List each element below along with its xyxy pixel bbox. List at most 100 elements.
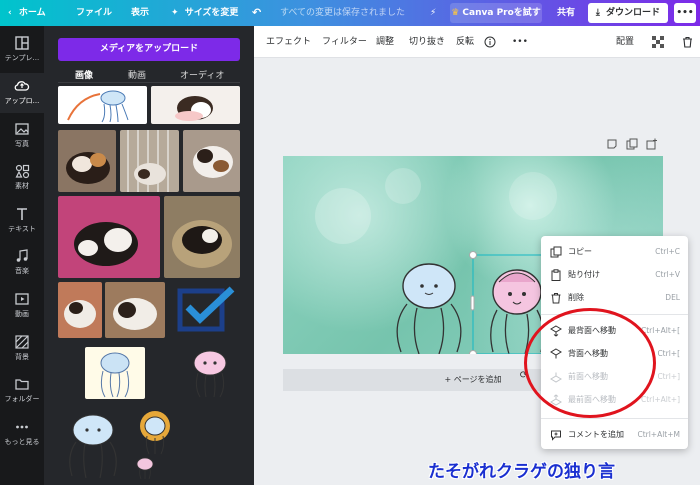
highlight-circle <box>524 308 656 418</box>
jellyfish-drawing-image <box>100 352 130 398</box>
resize-label: サイズを変更 <box>184 8 239 18</box>
upload-thumbnail-photo-1[interactable] <box>58 130 116 192</box>
small-jellyfish-image <box>136 457 154 480</box>
menu-item-delete[interactable]: 削除 DEL <box>541 287 688 309</box>
download-button[interactable]: ⤓ ダウンロード <box>588 3 668 23</box>
tab-images[interactable]: 画像 <box>75 68 93 81</box>
blue-jellyfish-image <box>69 414 117 479</box>
tab-videos[interactable]: 動画 <box>128 68 146 81</box>
rail-label: 写真 <box>15 140 29 148</box>
position-button[interactable]: 配置 <box>616 26 634 58</box>
trash-icon[interactable] <box>682 26 693 58</box>
canva-pro-label: Canva Proを試す <box>462 8 541 18</box>
upload-thumbnail-jellyfish-drawing[interactable] <box>85 347 145 399</box>
menu-item-shortcut: Ctrl+[ <box>657 349 680 358</box>
rail-label: フォルダー <box>4 395 40 403</box>
download-label: ダウンロード <box>606 8 661 18</box>
transparency-icon[interactable] <box>652 26 664 58</box>
upload-thumbnail-small-jellyfish[interactable] <box>133 456 157 480</box>
upload-thumbnail-photo-5[interactable] <box>164 196 240 278</box>
adjust-button[interactable]: 調整 <box>376 26 394 58</box>
more-options-button[interactable]: ••• <box>512 26 528 58</box>
menu-item-paste[interactable]: 貼り付け Ctrl+V <box>541 264 688 286</box>
info-icon[interactable] <box>484 26 496 58</box>
upload-thumbnail-photo-2[interactable] <box>120 130 179 192</box>
guinea-pig-photo <box>64 300 96 328</box>
tab-divider <box>58 82 240 83</box>
text-icon <box>17 208 27 220</box>
filter-button[interactable]: フィルター <box>322 26 367 58</box>
rail-item-folder[interactable]: フォルダー <box>0 371 44 411</box>
menu-item-shortcut: Ctrl+Alt+] <box>641 395 680 404</box>
menu-item-shortcut: Ctrl+Alt+M <box>637 430 680 439</box>
photo-icon <box>15 123 29 135</box>
rail-label: もっと見る <box>4 438 40 446</box>
resize-menu[interactable]: ✦ サイズを変更 <box>171 0 238 26</box>
resize-handle[interactable] <box>469 251 477 259</box>
menu-item-label: コピー <box>568 247 592 256</box>
upload-thumbnail-checkbox[interactable] <box>174 285 240 333</box>
top-bar: ‹ ホーム ファイル 表示 ✦ サイズを変更 ↶ すべての変更は保存されました … <box>0 0 700 26</box>
share-button[interactable]: 共有 <box>550 3 582 23</box>
rail-item-photos[interactable]: 写真 <box>0 116 44 156</box>
guinea-pig-image <box>175 96 213 121</box>
guinea-pig-blanket-photo <box>74 222 138 266</box>
rail-label: 素材 <box>15 182 29 190</box>
upload-thumbnail-jellyfish-sketch[interactable] <box>58 86 147 124</box>
flip-button[interactable]: 反転 <box>456 26 474 58</box>
note-icon[interactable] <box>606 138 618 150</box>
resize-handle[interactable] <box>469 350 477 355</box>
menu-item-label: 貼り付け <box>568 270 600 279</box>
rail-item-music[interactable]: 音楽 <box>0 243 44 283</box>
rail-item-background[interactable]: 背景 <box>0 329 44 369</box>
guinea-pig-photo <box>66 152 110 184</box>
menu-item-add-comment[interactable]: コメントを追加 Ctrl+Alt+M <box>541 424 688 446</box>
more-icon <box>16 425 28 429</box>
undo-icon[interactable]: ↶ <box>252 0 261 26</box>
duplicate-page-icon[interactable] <box>626 138 638 150</box>
upload-media-button[interactable]: メディアをアップロード <box>58 38 240 61</box>
background-icon <box>15 335 29 349</box>
upload-thumbnail-pink-jellyfish[interactable] <box>184 347 236 399</box>
file-menu[interactable]: ファイル <box>76 0 112 26</box>
upload-thumbnail-photo-7[interactable] <box>105 282 165 338</box>
rail-item-video[interactable]: 動画 <box>0 286 44 326</box>
rail-item-elements[interactable]: 素材 <box>0 158 44 198</box>
rail-item-templates[interactable]: テンプレ... <box>0 30 44 70</box>
resize-handle[interactable] <box>470 295 475 311</box>
blue-jellyfish-element[interactable] <box>396 263 462 354</box>
music-icon <box>16 249 28 262</box>
menu-item-shortcut: DEL <box>665 293 680 302</box>
add-page-icon[interactable] <box>646 138 658 150</box>
crop-button[interactable]: 切り抜き <box>409 26 445 58</box>
upload-thumbnail-blue-jellyfish[interactable] <box>58 410 128 480</box>
menu-item-copy[interactable]: コピー Ctrl+C <box>541 241 688 263</box>
canva-pro-button[interactable]: ♛ Canva Proを試す <box>450 3 542 23</box>
home-button[interactable]: ‹ ホーム <box>8 0 46 26</box>
rail-item-uploads[interactable]: アップロ... <box>0 73 44 113</box>
tab-audio[interactable]: オーディオ <box>180 68 224 81</box>
rail-item-text[interactable]: テキスト <box>0 201 44 241</box>
effect-button[interactable]: エフェクト <box>266 26 311 58</box>
rail-item-more[interactable]: もっと見る <box>0 414 44 454</box>
view-menu[interactable]: 表示 <box>131 0 149 26</box>
upload-thumbnail-photo-4[interactable] <box>58 196 160 278</box>
upload-thumbnail-photo-6[interactable] <box>58 282 102 338</box>
image-toolbar: エフェクト フィルター 調整 切り抜き 反転 ••• 配置 <box>254 26 700 58</box>
uploads-panel: メディアをアップロード 画像 動画 オーディオ <box>44 26 254 485</box>
rail-label: アップロ... <box>4 97 40 105</box>
magic-icon[interactable]: ⚡ <box>430 0 436 26</box>
upload-thumbnail-lion-jellyfish[interactable] <box>133 410 177 456</box>
pink-jellyfish-image <box>193 350 227 398</box>
download-icon: ⤓ <box>595 8 600 18</box>
rail-label: テキスト <box>8 225 36 233</box>
menu-item-label: 削除 <box>568 293 584 302</box>
chevron-left-icon: ‹ <box>8 8 12 18</box>
video-icon <box>15 293 29 305</box>
template-icon <box>15 36 29 50</box>
upload-thumbnail-guinea-pig[interactable] <box>151 86 240 124</box>
upload-thumbnail-photo-3[interactable] <box>183 130 240 192</box>
more-options-button[interactable]: ••• <box>674 3 696 23</box>
copy-icon <box>550 246 562 258</box>
jellyfish-sketch-image <box>67 90 129 123</box>
